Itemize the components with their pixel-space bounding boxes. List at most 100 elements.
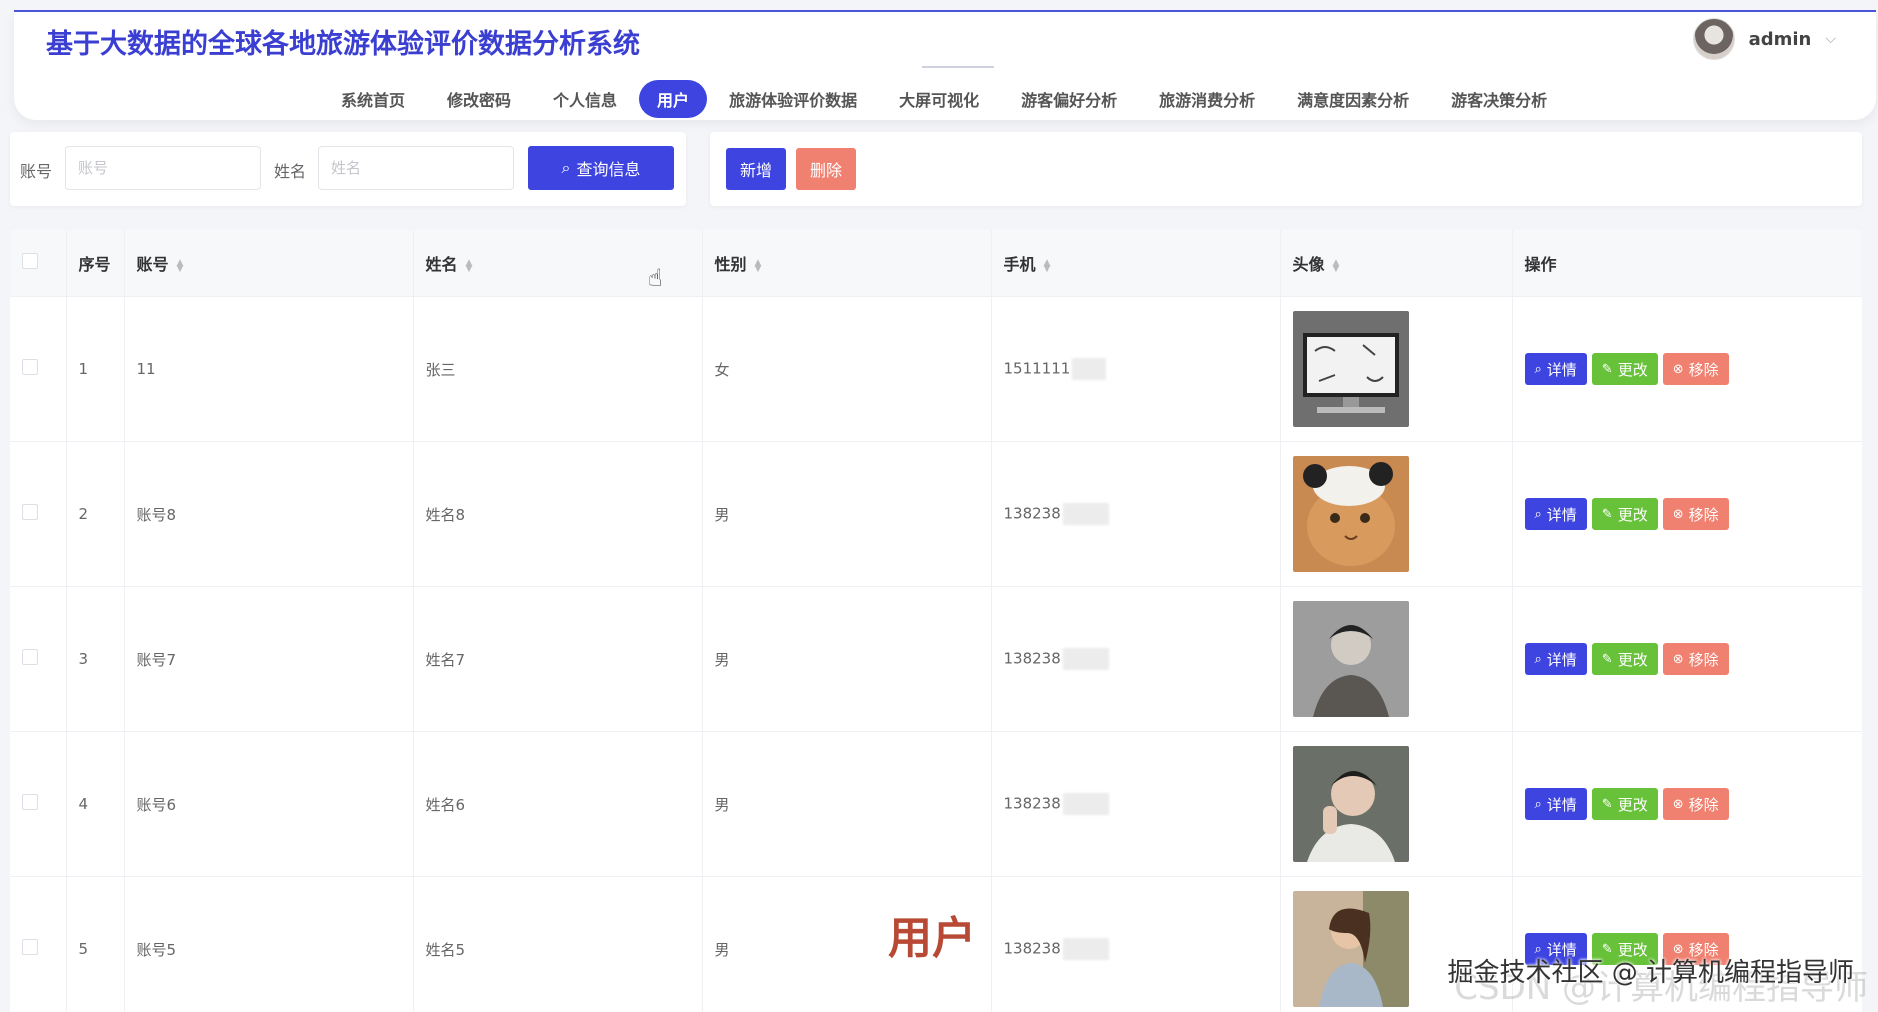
cell-index: 5 xyxy=(66,876,125,1012)
edit-button[interactable]: ✎ 更改 xyxy=(1591,498,1658,530)
sort-icon[interactable]: ▲ ▼ xyxy=(177,258,184,273)
detail-button[interactable]: ⌕ 详情 xyxy=(1524,498,1587,530)
delete-button[interactable]: 删除 xyxy=(796,148,856,190)
name-search-input[interactable] xyxy=(318,146,514,190)
sort-icon[interactable]: ▲ ▼ xyxy=(1333,258,1340,273)
nav-satisfaction-analysis[interactable]: 满意度因素分析 xyxy=(1277,80,1429,118)
row-checkbox[interactable] xyxy=(22,794,38,810)
col-index: 序号 xyxy=(66,230,125,297)
col-phone[interactable]: 手机 ▲ ▼ xyxy=(991,230,1281,297)
action-panel: 新增 删除 xyxy=(710,132,1862,206)
detail-button[interactable]: ⌕ 详情 xyxy=(1524,643,1587,675)
cell-account: 账号8 xyxy=(124,441,414,587)
select-all-cell[interactable] xyxy=(10,230,67,297)
detail-button[interactable]: ⌕ 详情 xyxy=(1524,353,1587,385)
cell-gender: 女 xyxy=(702,296,992,442)
add-button[interactable]: 新增 xyxy=(726,148,786,190)
section-overlay-label: 用户 xyxy=(888,913,976,964)
pencil-icon: ✎ xyxy=(1601,361,1613,377)
cell-phone: 1511111 xyxy=(991,296,1281,442)
cell-avatar xyxy=(1280,731,1513,877)
remove-button[interactable]: ⊗ 移除 xyxy=(1662,498,1729,530)
table-row: 3 账号7 姓名7 男 138238 ⌕ 详情 ✎ 更改 ⊗ 移除 xyxy=(10,586,1862,732)
query-button[interactable]: ⌕ 查询信息 xyxy=(528,146,674,190)
phone-redaction xyxy=(1062,938,1109,960)
avatar-image xyxy=(1292,601,1409,717)
name-label: 姓名 xyxy=(274,162,307,181)
col-account[interactable]: 账号 ▲ ▼ xyxy=(124,230,414,297)
nav-travel-review-data[interactable]: 旅游体验评价数据 xyxy=(709,80,877,118)
row-checkbox[interactable] xyxy=(22,359,38,375)
table-header-row: 序号 账号 ▲ ▼ 姓名 ▲ ▼ 性别 ▲ ▼ 手机 ▲ ▼ 头像 ▲ ▼ 操作 xyxy=(10,230,1862,297)
chevron-down-icon[interactable]: ⌵ xyxy=(1825,31,1836,47)
account-search-input[interactable] xyxy=(65,146,261,190)
cell-account: 11 xyxy=(124,296,414,442)
select-all-checkbox[interactable] xyxy=(22,253,38,269)
edit-button[interactable]: ✎ 更改 xyxy=(1591,643,1658,675)
search-icon: ⌕ xyxy=(561,158,571,177)
row-checkbox[interactable] xyxy=(22,939,38,955)
nav-consumption-analysis[interactable]: 旅游消费分析 xyxy=(1139,80,1275,118)
detail-button[interactable]: ⌕ 详情 xyxy=(1524,788,1587,820)
user-name[interactable]: admin xyxy=(1749,29,1812,50)
remove-button[interactable]: ⊗ 移除 xyxy=(1662,643,1729,675)
sort-icon[interactable]: ▲ ▼ xyxy=(1044,258,1051,273)
close-circle-icon: ⊗ xyxy=(1672,651,1684,667)
cell-avatar xyxy=(1280,586,1513,732)
col-actions: 操作 xyxy=(1512,230,1862,297)
table-row: 1 11 张三 女 1511111 ⌕ 详情 ✎ 更改 ⊗ 移除 xyxy=(10,296,1862,442)
search-icon: ⌕ xyxy=(1534,651,1542,667)
cell-actions: ⌕ 详情 ✎ 更改 ⊗ 移除 xyxy=(1512,731,1862,877)
col-avatar[interactable]: 头像 ▲ ▼ xyxy=(1280,230,1513,297)
remove-button[interactable]: ⊗ 移除 xyxy=(1662,353,1729,385)
cell-index: 2 xyxy=(66,441,125,587)
phone-redaction xyxy=(1062,648,1109,670)
nav-big-screen[interactable]: 大屏可视化 xyxy=(879,80,999,118)
col-gender[interactable]: 性别 ▲ ▼ xyxy=(702,230,992,297)
app-title: 基于大数据的全球各地旅游体验评价数据分析系统 xyxy=(46,29,640,60)
watermark: 掘金技术社区 @ 计算机编程指导师 xyxy=(1447,958,1854,988)
cell-gender: 男 xyxy=(702,441,992,587)
cell-account: 账号7 xyxy=(124,586,414,732)
edit-button[interactable]: ✎ 更改 xyxy=(1591,353,1658,385)
search-icon: ⌕ xyxy=(1534,796,1542,812)
cell-avatar xyxy=(1280,441,1513,587)
cell-actions: ⌕ 详情 ✎ 更改 ⊗ 移除 xyxy=(1512,441,1862,587)
cell-phone: 138238 xyxy=(991,731,1281,877)
nav-change-password[interactable]: 修改密码 xyxy=(427,80,531,118)
table-row: 4 账号6 姓名6 男 138238 ⌕ 详情 ✎ 更改 ⊗ 移除 xyxy=(10,731,1862,877)
close-circle-icon: ⊗ xyxy=(1672,361,1684,377)
sort-icon[interactable]: ▲ ▼ xyxy=(466,258,473,273)
avatar-image xyxy=(1292,311,1409,427)
user-avatar[interactable] xyxy=(1692,18,1735,60)
nav-users[interactable]: 用户 xyxy=(639,80,708,118)
cell-account: 账号5 xyxy=(124,876,414,1012)
nav-decision-analysis[interactable]: 游客决策分析 xyxy=(1431,80,1567,118)
row-checkbox[interactable] xyxy=(22,649,38,665)
search-icon: ⌕ xyxy=(1534,506,1542,522)
cell-phone: 138238 xyxy=(991,441,1281,587)
nav-indicator xyxy=(922,66,994,68)
cell-name: 姓名6 xyxy=(413,731,703,877)
search-icon: ⌕ xyxy=(1534,361,1542,377)
nav-profile[interactable]: 个人信息 xyxy=(533,80,637,118)
nav-home[interactable]: 系统首页 xyxy=(321,80,425,118)
account-label: 账号 xyxy=(20,162,53,181)
edit-button[interactable]: ✎ 更改 xyxy=(1591,788,1658,820)
avatar-image xyxy=(1292,746,1409,862)
sort-icon[interactable]: ▲ ▼ xyxy=(755,258,762,273)
close-circle-icon: ⊗ xyxy=(1672,796,1684,812)
pencil-icon: ✎ xyxy=(1601,506,1613,522)
nav-preference-analysis[interactable]: 游客偏好分析 xyxy=(1001,80,1137,118)
remove-button[interactable]: ⊗ 移除 xyxy=(1662,788,1729,820)
cell-phone: 138238 xyxy=(991,586,1281,732)
row-checkbox[interactable] xyxy=(22,504,38,520)
cell-name: 姓名5 xyxy=(413,876,703,1012)
user-menu[interactable]: admin ⌵ xyxy=(1692,18,1836,60)
cell-name: 张三 xyxy=(413,296,703,442)
pencil-icon: ✎ xyxy=(1601,651,1613,667)
cell-gender: 男 xyxy=(702,731,992,877)
cell-gender: 男 xyxy=(702,586,992,732)
cell-actions: ⌕ 详情 ✎ 更改 ⊗ 移除 xyxy=(1512,586,1862,732)
main-nav: 系统首页 修改密码 个人信息 用户 旅游体验评价数据 大屏可视化 游客偏好分析 … xyxy=(320,80,1568,118)
